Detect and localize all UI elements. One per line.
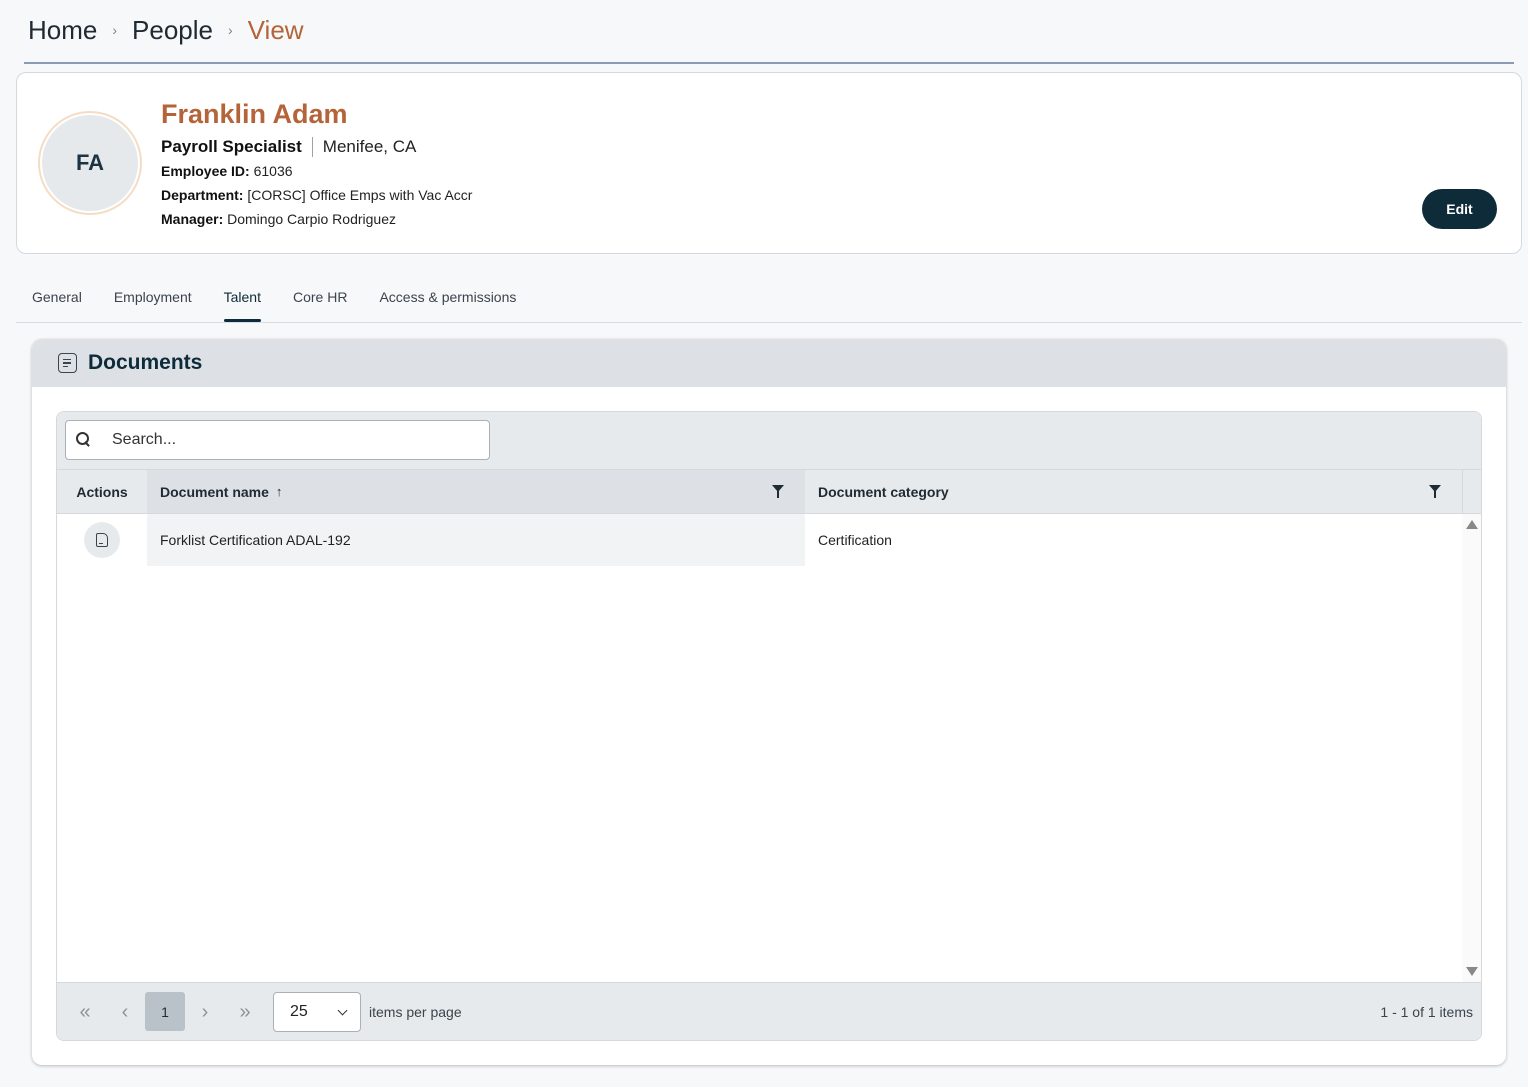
employee-location: Menifee, CA: [322, 137, 417, 156]
manager-line: Manager: Domingo Carpio Rodriguez: [161, 207, 472, 231]
page-size-select[interactable]: 25: [273, 991, 361, 1032]
profile-tabs: General Employment Talent Core HR Access…: [16, 280, 1522, 323]
previous-page-button[interactable]: ‹: [105, 993, 145, 1031]
manager-value: Domingo Carpio Rodriguez: [227, 211, 396, 227]
manager-label: Manager:: [161, 211, 224, 227]
sort-ascending-icon: ↑: [275, 484, 283, 499]
breadcrumb-home[interactable]: Home: [28, 15, 97, 46]
document-category-cell: Certification: [818, 532, 892, 548]
search-icon: [75, 431, 93, 449]
page-size-value: 25: [290, 1002, 308, 1020]
search-input[interactable]: [112, 431, 472, 449]
filter-icon[interactable]: [1429, 485, 1441, 499]
vertical-divider: [311, 137, 313, 157]
scroll-up-arrow-icon[interactable]: [1466, 520, 1478, 529]
chevron-down-icon: [337, 1005, 348, 1015]
document-name-cell: Forklist Certification ADAL-192: [147, 514, 805, 566]
avatar: FA: [42, 115, 138, 211]
column-header-actions: Actions: [76, 483, 128, 500]
grid-header: Actions Document name ↑ Document categor…: [57, 469, 1481, 514]
documents-panel: Documents Actions Document name ↑ Docume…: [32, 339, 1506, 1065]
employee-id-line: Employee ID: 61036: [161, 159, 472, 183]
documents-title: Documents: [88, 351, 203, 374]
items-per-page-label: items per page: [369, 1003, 462, 1020]
page-number-button[interactable]: 1: [145, 992, 185, 1031]
header-scroll-gutter: [1462, 470, 1481, 513]
profile-card: FA Franklin Adam Payroll Specialist Meni…: [16, 72, 1522, 254]
next-page-button[interactable]: ›: [185, 993, 225, 1031]
document-list-icon: [58, 353, 77, 373]
file-icon: [96, 533, 108, 547]
department-label: Department:: [161, 187, 244, 203]
employee-id-label: Employee ID:: [161, 163, 250, 179]
documents-grid: Actions Document name ↑ Document categor…: [56, 411, 1482, 1041]
last-page-button[interactable]: »: [225, 993, 265, 1031]
table-row[interactable]: Forklist Certification ADAL-192 Certific…: [57, 514, 1481, 566]
employee-name: Franklin Adam: [161, 99, 348, 129]
employee-id-value: 61036: [253, 163, 293, 179]
tab-general[interactable]: General: [16, 280, 98, 322]
pager-info: 1 - 1 of 1 items: [1380, 1003, 1473, 1020]
search-box: [65, 420, 490, 460]
column-header-document-name-label: Document name: [160, 483, 269, 500]
breadcrumb-separator: ›: [112, 22, 118, 38]
view-document-button[interactable]: [84, 522, 120, 558]
department-line: Department: [CORSC] Office Emps with Vac…: [161, 183, 472, 207]
grid-body: Forklist Certification ADAL-192 Certific…: [57, 514, 1481, 982]
header-divider: [24, 62, 1514, 64]
scroll-down-arrow-icon[interactable]: [1466, 967, 1478, 976]
profile-info: Franklin Adam Payroll Specialist Menifee…: [161, 97, 472, 231]
first-page-button[interactable]: «: [65, 993, 105, 1031]
column-header-document-name[interactable]: Document name ↑: [147, 470, 805, 513]
tab-core-hr[interactable]: Core HR: [277, 280, 363, 322]
job-title: Payroll Specialist: [161, 137, 302, 156]
tab-talent[interactable]: Talent: [208, 280, 277, 322]
column-header-document-category[interactable]: Document category: [805, 470, 1462, 513]
title-location-row: Payroll Specialist Menifee, CA: [161, 135, 472, 159]
documents-panel-header: Documents: [32, 339, 1506, 387]
grid-toolbar: [57, 412, 1481, 469]
edit-button[interactable]: Edit: [1422, 189, 1497, 229]
breadcrumb-separator: ›: [228, 22, 233, 38]
breadcrumb: Home › People › View: [28, 12, 304, 48]
column-header-document-category-label: Document category: [818, 483, 949, 500]
filter-icon[interactable]: [772, 485, 784, 499]
avatar-ring: FA: [38, 111, 142, 215]
breadcrumb-current: View: [247, 14, 304, 45]
vertical-scrollbar[interactable]: [1462, 514, 1481, 982]
pager: « ‹ 1 › » 25 items per page 1 - 1 of 1 i…: [57, 982, 1481, 1040]
tab-employment[interactable]: Employment: [98, 280, 208, 322]
row-actions-cell: [57, 514, 147, 566]
breadcrumb-people[interactable]: People: [132, 15, 213, 46]
tab-access-permissions[interactable]: Access & permissions: [363, 280, 532, 322]
department-value: [CORSC] Office Emps with Vac Accr: [247, 187, 473, 203]
